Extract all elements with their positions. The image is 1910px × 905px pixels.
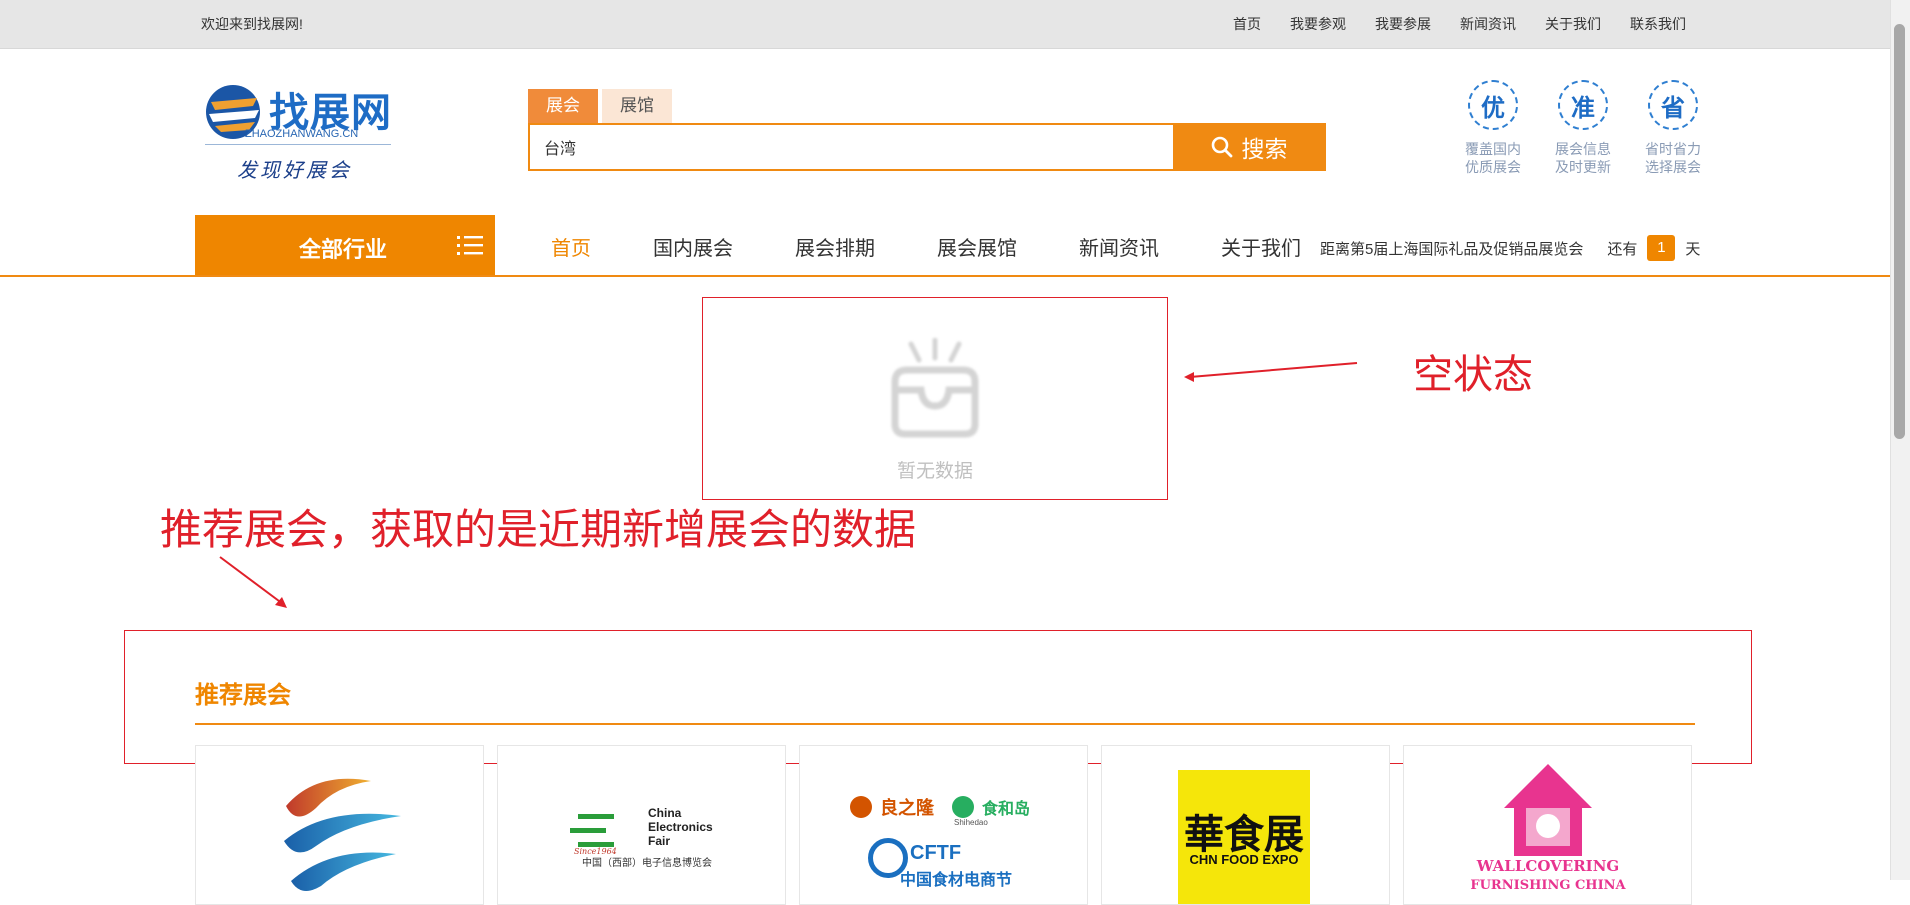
search-tabs: 展会 展馆 bbox=[528, 89, 676, 123]
cef-logo-text: China Electronics Fair bbox=[648, 806, 713, 848]
empty-state-text: 暂无数据 bbox=[896, 461, 973, 482]
search-button-label: 搜索 bbox=[1241, 136, 1288, 162]
scrollbar-thumb[interactable] bbox=[1894, 24, 1905, 439]
badge-accurate: 准 展会信息 及时更新 bbox=[1545, 80, 1621, 176]
badge-save-text: 省时省力 选择展会 bbox=[1645, 141, 1701, 175]
search-icon bbox=[1211, 136, 1232, 158]
recommend-divider bbox=[195, 723, 1695, 725]
recommend-card[interactable]: Since1964 China Electronics Fair 中国（西部）电… bbox=[497, 745, 786, 905]
search-box: 搜索 bbox=[528, 123, 1326, 171]
recommend-card[interactable] bbox=[195, 745, 484, 905]
recommend-card[interactable]: WALLCOVERING FURNISHING CHINA bbox=[1403, 745, 1692, 905]
logo-domain: ZHAOZHANWANG.CN bbox=[245, 128, 359, 140]
svg-text:FURNISHING CHINA: FURNISHING CHINA bbox=[1470, 878, 1626, 893]
countdown[interactable]: 距离第5届上海国际礼品及促销品展览会 还有 1 天 bbox=[1320, 235, 1700, 261]
top-nav: 首页 我要参观 我要参展 新闻资讯 关于我们 联系我们 bbox=[1204, 14, 1686, 34]
countdown-still: 还有 bbox=[1607, 240, 1638, 258]
countdown-unit: 天 bbox=[1685, 240, 1701, 258]
empty-inbox-icon bbox=[891, 338, 979, 438]
recommend-card[interactable]: 華食展 CHN FOOD EXPO bbox=[1101, 745, 1390, 905]
main-nav: 首页 国内展会 展会排期 展会展馆 新闻资讯 关于我们 bbox=[551, 232, 1363, 261]
cftf-logos: 良之隆 食和岛 bbox=[850, 794, 1030, 820]
tab-exhibition[interactable]: 展会 bbox=[528, 89, 598, 123]
nav-about[interactable]: 关于我们 bbox=[1221, 232, 1301, 261]
accurate-badge-icon: 准 bbox=[1558, 80, 1608, 130]
recommend-highlight-box bbox=[124, 630, 1752, 764]
logo-slogan: 发现好展会 bbox=[237, 158, 352, 182]
countdown-days: 1 bbox=[1647, 235, 1676, 261]
search-input[interactable] bbox=[530, 125, 1174, 169]
annotation-arrow-recommend bbox=[219, 556, 287, 608]
all-industries-button[interactable]: 全部行业 bbox=[195, 215, 495, 275]
badge-quality-text: 覆盖国内 优质展会 bbox=[1465, 141, 1521, 175]
cef-logo-icon: Since1964 bbox=[570, 814, 617, 856]
nav-home[interactable]: 首页 bbox=[551, 232, 591, 261]
cef-subtitle: 中国（西部）电子信息博览会 bbox=[582, 858, 712, 869]
nav-domestic-exhibitions[interactable]: 国内展会 bbox=[653, 232, 733, 261]
annotation-recommend: 推荐展会，获取的是近期新增展会的数据 bbox=[160, 506, 917, 553]
lianglong-logo-icon bbox=[850, 796, 872, 818]
nav-divider bbox=[0, 275, 1890, 277]
annotation-empty-state: 空状态 bbox=[1413, 353, 1533, 397]
welcome-text: 欢迎来到找展网! bbox=[201, 16, 303, 32]
wallcovering-logo-icon: WALLCOVERING FURNISHING CHINA bbox=[1470, 764, 1627, 893]
nav-venues[interactable]: 展会展馆 bbox=[937, 232, 1017, 261]
empty-state: 暂无数据 bbox=[702, 297, 1168, 500]
badge-save: 省 省时省力 选择展会 bbox=[1635, 80, 1711, 176]
nav-schedule[interactable]: 展会排期 bbox=[795, 232, 875, 261]
quality-badge-icon: 优 bbox=[1468, 80, 1518, 130]
top-nav-news[interactable]: 新闻资讯 bbox=[1460, 14, 1516, 34]
wave-logo-icon bbox=[284, 778, 401, 891]
shihedao-logo-icon bbox=[952, 796, 974, 818]
search-button[interactable]: 搜索 bbox=[1173, 123, 1324, 171]
list-menu-icon bbox=[457, 236, 483, 255]
top-nav-home[interactable]: 首页 bbox=[1233, 14, 1261, 34]
site-logo[interactable]: 找展网 ZHAOZHANWANG.CN 发现好展会 bbox=[203, 80, 393, 182]
logo-divider bbox=[205, 144, 391, 145]
annotation-arrow-empty bbox=[1184, 362, 1358, 382]
top-nav-exhibit[interactable]: 我要参展 bbox=[1375, 14, 1431, 34]
recommend-title: 推荐展会 bbox=[195, 682, 291, 709]
top-nav-contact[interactable]: 联系我们 bbox=[1630, 14, 1686, 34]
save-badge-icon: 省 bbox=[1648, 80, 1698, 130]
recommend-cards: Since1964 China Electronics Fair 中国（西部）电… bbox=[195, 745, 1692, 905]
tab-venue[interactable]: 展馆 bbox=[602, 89, 672, 123]
all-industries-label: 全部行业 bbox=[299, 237, 388, 262]
svg-text:WALLCOVERING: WALLCOVERING bbox=[1476, 857, 1619, 875]
feature-badges: 优 覆盖国内 优质展会 准 展会信息 及时更新 省 省时省力 选择展会 bbox=[1455, 80, 1711, 176]
badge-accurate-text: 展会信息 及时更新 bbox=[1555, 141, 1611, 175]
chn-food-expo-logo: 華食展 CHN FOOD EXPO bbox=[1178, 770, 1310, 904]
badge-quality: 优 覆盖国内 优质展会 bbox=[1455, 80, 1531, 176]
countdown-event: 距离第5届上海国际礼品及促销品展览会 bbox=[1320, 240, 1584, 258]
top-utility-bar: 欢迎来到找展网! 首页 我要参观 我要参展 新闻资讯 关于我们 联系我们 bbox=[0, 0, 1890, 49]
nav-news[interactable]: 新闻资讯 bbox=[1079, 232, 1159, 261]
recommend-card[interactable]: 良之隆 食和岛 Shihedao CFTF 中国食材电商节 bbox=[799, 745, 1088, 905]
top-nav-about[interactable]: 关于我们 bbox=[1545, 14, 1601, 34]
top-nav-visit[interactable]: 我要参观 bbox=[1290, 14, 1346, 34]
